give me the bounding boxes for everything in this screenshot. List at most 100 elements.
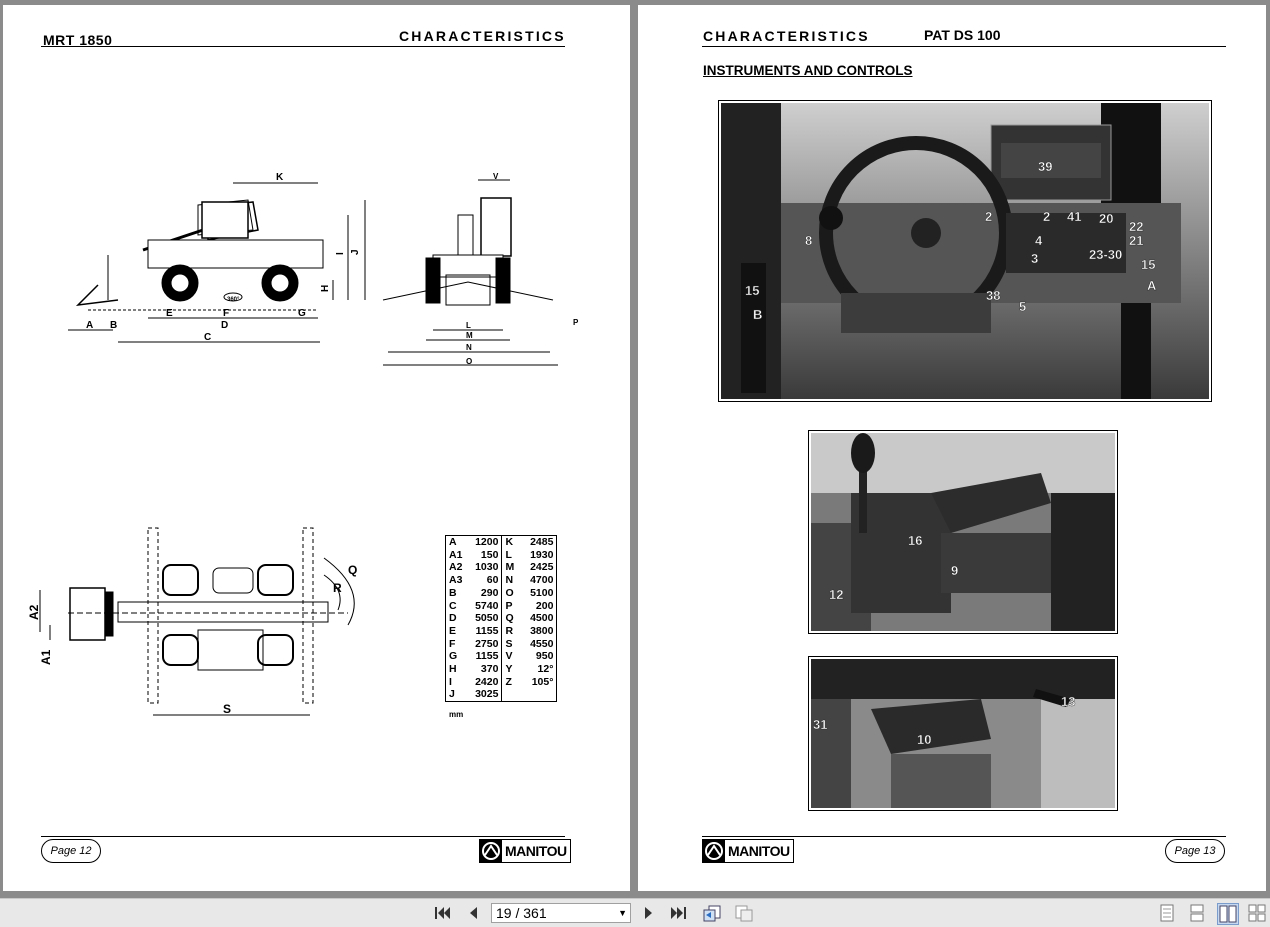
side-view-drawing: K A B E F G D C 360° [68, 172, 324, 343]
callout-2b: 2 [1043, 209, 1050, 224]
dims-cell-v2: 3800 [520, 624, 558, 638]
dim-e-label: E [166, 308, 173, 319]
dims-cell-v: 2750 [465, 637, 503, 651]
left-page: MRT 1850 CHARACTERISTICS K A B E F G D C… [3, 5, 630, 891]
callout-22: 22 [1129, 219, 1143, 234]
next-page-button[interactable] [639, 903, 659, 923]
dims-cell-v: 60 [465, 574, 503, 587]
cab-photo: 39 2 2 41 20 22 21 8 4 3 23-30 15 15 A 3… [718, 100, 1212, 402]
previous-page-button[interactable] [463, 903, 483, 923]
facing-continuous-icon [1248, 904, 1266, 922]
dims-row: A3 60 N 4700 [445, 574, 558, 587]
dim-m-label: M [466, 331, 473, 340]
dims-cell-k: I [445, 675, 466, 689]
dims-cell-k: A2 [445, 561, 466, 575]
dims-cell-v: 1200 [465, 534, 503, 549]
dim-r-label: R [333, 581, 342, 595]
dims-row: B 290 O 5100 [445, 586, 558, 600]
footer-rule [41, 836, 565, 837]
callout-15a: 15 [745, 283, 759, 298]
side-view-height-dims: J I H [320, 200, 366, 300]
manitou-logo-mark [480, 840, 502, 862]
dim-c-label: C [204, 332, 211, 343]
dims-cell-k2: Q [501, 612, 521, 625]
dims-cell-k2: Y [501, 663, 521, 676]
dim-v-label: V [493, 172, 499, 181]
dim-s-label: S [223, 702, 231, 716]
dims-row: J 3025 [445, 688, 558, 703]
joystick-photo: 16 9 12 [808, 430, 1118, 634]
single-page-view-button[interactable] [1157, 903, 1177, 923]
dims-cell-v2: 4700 [520, 574, 558, 587]
dims-cell-k2: P [501, 599, 521, 613]
dims-cell-k2: Z [501, 675, 521, 689]
rotation-label: 360° [227, 297, 240, 303]
page-number-input[interactable]: 19 / 361 ▼ [491, 903, 631, 923]
dim-a1-label: A1 [39, 649, 53, 665]
single-page-icon [1160, 904, 1174, 922]
callout-16: 16 [908, 533, 922, 548]
callout-2a: 2 [985, 209, 992, 224]
dims-cell-v2: 4550 [520, 637, 558, 651]
dims-unit: mm [449, 710, 464, 719]
dimensions-table: A 1200 K 2485 A1 150 L 1930 A2 1030 M 2425 A3 60 N 4700… [445, 534, 558, 703]
dims-cell-k2: M [501, 561, 521, 575]
dims-cell-k2 [501, 688, 521, 703]
footer-rule [702, 836, 1226, 837]
lever-photo: 13 31 10 [808, 656, 1118, 811]
callout-39: 39 [1038, 159, 1052, 174]
callout-5: 5 [1019, 299, 1026, 314]
dim-a-label: A [86, 320, 93, 331]
page-dropdown-icon[interactable]: ▼ [618, 904, 627, 922]
dims-cell-v: 5740 [465, 599, 503, 613]
dims-cell-v2: 2425 [520, 561, 558, 575]
callout-10: 10 [917, 732, 931, 747]
continuous-icon [1190, 904, 1204, 922]
callout-20: 20 [1099, 211, 1113, 226]
dims-cell-k2: V [501, 650, 521, 664]
dims-cell-v: 370 [465, 663, 503, 676]
manitou-logo-mark [703, 840, 725, 862]
dims-cell-k: A [445, 534, 466, 549]
dims-row: E 1155 R 3800 [445, 624, 558, 638]
dim-f-label: F [223, 308, 229, 319]
section-title: CHARACTERISTICS [399, 28, 566, 44]
dim-d-label: D [221, 320, 228, 331]
subtitle: INSTRUMENTS AND CONTROLS [703, 63, 913, 78]
dims-cell-k: F [445, 637, 466, 651]
dims-cell-k: D [445, 612, 466, 625]
previous-page-icon [470, 907, 477, 919]
dims-cell-v2: 4500 [520, 612, 558, 625]
facing-continuous-view-button[interactable] [1247, 903, 1267, 923]
dims-cell-v: 5050 [465, 612, 503, 625]
dim-g-label: G [298, 308, 306, 319]
right-page: CHARACTERISTICS PAT DS 100 INSTRUMENTS A… [638, 5, 1266, 891]
dim-k-label: K [276, 172, 284, 183]
callout-38: 38 [986, 288, 1000, 303]
dim-q-label: Q [348, 563, 357, 577]
dims-cell-v: 3025 [465, 688, 503, 703]
header-rule [41, 46, 565, 47]
dims-cell-v2: 5100 [520, 586, 558, 600]
callout-13: 13 [1061, 694, 1075, 709]
last-page-button[interactable] [669, 903, 689, 923]
callout-4: 4 [1035, 233, 1043, 248]
dims-row: A1 150 L 1930 [445, 548, 558, 562]
go-forward-button[interactable] [734, 903, 754, 923]
dim-l-label: L [466, 321, 471, 330]
dims-row: A2 1030 M 2425 [445, 561, 558, 575]
continuous-view-button[interactable] [1187, 903, 1207, 923]
dims-cell-k2: K [501, 534, 521, 549]
front-view-drawing: V L M N O P [382, 172, 579, 366]
dims-cell-k: H [445, 663, 466, 676]
first-page-button[interactable] [432, 903, 452, 923]
page-label: Page 12 [41, 839, 101, 863]
dims-row: F 2750 S 4550 [445, 637, 558, 651]
dims-cell-v2: 105° [520, 675, 558, 689]
dims-cell-k2: R [501, 624, 521, 638]
dims-cell-k: C [445, 599, 466, 613]
dims-cell-k2: L [501, 548, 521, 562]
go-back-button[interactable] [702, 903, 722, 923]
dims-cell-v2: 950 [520, 650, 558, 664]
facing-view-button[interactable] [1217, 903, 1239, 925]
